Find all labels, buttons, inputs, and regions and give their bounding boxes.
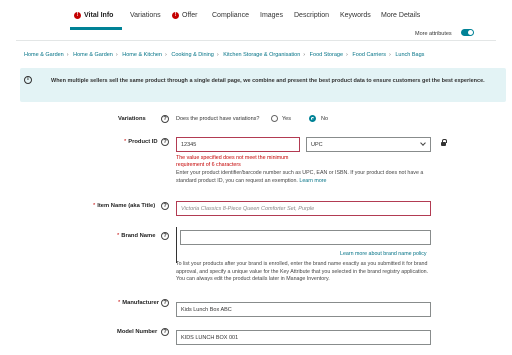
required-marker: * (93, 203, 96, 209)
product-id-helper: Enter your product identifier/barcode nu… (176, 170, 438, 185)
tab-images[interactable]: Images (260, 12, 283, 19)
tab-label: Images (260, 12, 283, 19)
info-banner: i When multiple sellers sell the same pr… (20, 68, 506, 102)
radio-no-label: No (321, 116, 329, 122)
tab-label: More Details (381, 12, 421, 19)
required-marker: * (124, 139, 127, 145)
chevron-right-icon: › (216, 52, 219, 58)
tab-label: Variations (130, 12, 161, 19)
tab-description[interactable]: Description (294, 12, 329, 19)
model-number-label: Model Number (117, 329, 158, 335)
tab-offer[interactable]: ! Offer (172, 12, 197, 19)
breadcrumb-item[interactable]: Food Storage (310, 52, 343, 58)
required-marker: * (118, 300, 121, 306)
tab-compliance[interactable]: Compliance (212, 12, 249, 19)
tab-label: Offer (182, 12, 198, 19)
manufacturer-label-text: Manufacturer (122, 300, 159, 306)
brand-name-cursor (176, 227, 177, 263)
tab-label: Vital Info (84, 12, 114, 19)
breadcrumb-item[interactable]: Kitchen Storage & Organisation (223, 52, 300, 58)
breadcrumb-item[interactable]: Home & Garden (73, 52, 113, 58)
product-id-error: The value specified does not meet the mi… (176, 155, 289, 168)
required-marker: * (117, 233, 120, 239)
tab-label: Description (294, 12, 330, 19)
chevron-right-icon: › (66, 52, 69, 58)
breadcrumb-item[interactable]: Home & Garden (24, 52, 64, 58)
help-icon[interactable]: ? (161, 232, 169, 240)
lock-icon (441, 139, 447, 146)
breadcrumb-item[interactable]: Food Carriers (352, 52, 386, 58)
breadcrumb-item[interactable]: Cooking & Dining (171, 52, 214, 58)
help-icon[interactable]: ? (161, 115, 169, 123)
breadcrumb-item[interactable]: Home & Kitchen (122, 52, 162, 58)
tab-variations[interactable]: Variations (130, 12, 161, 19)
help-icon[interactable]: ? (161, 138, 169, 146)
info-icon: i (24, 76, 32, 84)
product-id-type-select[interactable]: UPC (306, 137, 431, 152)
product-id-type-value: UPC (311, 142, 323, 148)
help-icon[interactable]: ? (161, 299, 169, 307)
tab-label: Compliance (212, 12, 249, 19)
chevron-down-icon (420, 140, 426, 146)
manufacturer-label: * Manufacturer (118, 300, 159, 306)
tab-bar: ! Vital Info Variations ! Offer Complian… (0, 0, 512, 30)
manufacturer-input[interactable]: Kids Lunch Box ABC (176, 302, 431, 317)
brand-name-helper: To list your products after your brand i… (176, 261, 429, 282)
breadcrumb: Home & Garden › Home & Garden › Home & Kit… (24, 52, 424, 58)
error-icon: ! (172, 12, 179, 19)
tab-more-details[interactable]: More Details (381, 12, 420, 19)
radio-yes[interactable] (271, 115, 278, 122)
chevron-right-icon: › (165, 52, 167, 58)
chevron-right-icon: › (389, 52, 391, 58)
more-attributes-toggle[interactable] (461, 29, 474, 36)
learn-more-link[interactable]: Learn more (299, 178, 326, 184)
item-name-label-text: Item Name (aka Title) (97, 203, 156, 209)
variations-question: Does the product have variations? (176, 116, 260, 122)
more-attributes-label: More attributes (415, 31, 452, 37)
chevron-right-icon: › (115, 52, 118, 58)
variations-label: Variations (118, 116, 146, 122)
help-icon[interactable]: ? (161, 202, 169, 210)
tab-label: Keywords (340, 12, 371, 19)
tab-keywords[interactable]: Keywords (340, 12, 371, 19)
divider (16, 40, 496, 41)
brand-name-input[interactable] (180, 230, 431, 245)
chevron-right-icon: › (303, 52, 306, 58)
chevron-right-icon: › (346, 52, 348, 58)
item-name-label: * Item Name (aka Title) (93, 203, 155, 209)
product-id-label: * Product ID (124, 139, 158, 145)
brand-policy-link[interactable]: Learn more about brand name policy (340, 251, 427, 257)
brand-name-label-text: Brand Name (121, 233, 156, 239)
active-tab-indicator (70, 27, 122, 30)
error-icon: ! (74, 12, 81, 19)
radio-yes-label: Yes (282, 116, 291, 122)
tab-vital-info[interactable]: ! Vital Info (74, 12, 113, 19)
product-id-input[interactable]: 12345 (176, 137, 300, 152)
radio-no[interactable] (309, 115, 316, 122)
product-id-label-text: Product ID (128, 139, 158, 145)
help-icon[interactable]: ? (161, 328, 169, 336)
info-banner-text: When multiple sellers sell the same prod… (51, 78, 485, 84)
item-name-input[interactable]: Victoria Classics 8-Piece Queen Comforte… (176, 201, 431, 216)
brand-name-label: * Brand Name (117, 233, 155, 239)
model-number-input[interactable]: KIDS LUNCH BOX 001 (176, 330, 431, 345)
breadcrumb-item[interactable]: Lunch Bags (395, 52, 424, 58)
